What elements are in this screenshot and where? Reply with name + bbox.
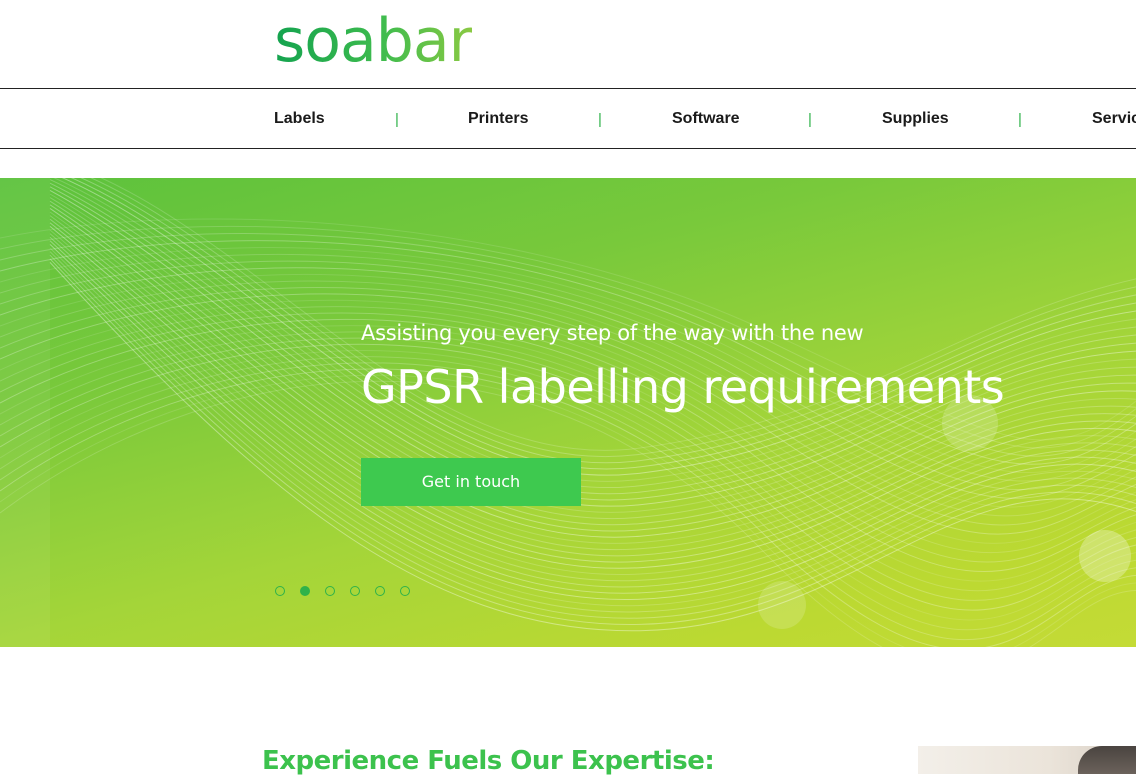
nav-separator: | <box>1018 111 1022 128</box>
nav-item-supplies[interactable]: Supplies <box>882 89 949 148</box>
nav-item-printers[interactable]: Printers <box>468 89 528 148</box>
nav-separator: | <box>598 111 602 128</box>
slider-dot[interactable] <box>375 586 385 596</box>
slider-dot[interactable] <box>275 586 285 596</box>
hero-slider: Assisting you every step of the way with… <box>0 178 1136 647</box>
slider-dot[interactable] <box>325 586 335 596</box>
nav-item-software[interactable]: Software <box>672 89 740 148</box>
section-heading: Experience Fuels Our Expertise: <box>262 746 715 776</box>
nav-separator: | <box>808 111 812 128</box>
slider-dot[interactable] <box>400 586 410 596</box>
bokeh-light <box>1079 530 1131 582</box>
soabar-logo: soabar <box>274 6 473 76</box>
get-in-touch-button[interactable]: Get in touch <box>361 458 581 506</box>
bokeh-light <box>758 581 806 629</box>
nav-item-services[interactable]: Servic <box>1092 89 1136 148</box>
hero-subtitle: Assisting you every step of the way with… <box>361 321 864 345</box>
nav-item-labels[interactable]: Labels <box>274 89 325 148</box>
nav-separator: | <box>395 111 399 128</box>
team-photo <box>918 746 1136 774</box>
slider-dot[interactable] <box>300 586 310 596</box>
person-hair <box>1078 746 1136 774</box>
hero-left-fade <box>0 178 50 647</box>
main-nav: Labels | Printers | Software | Supplies … <box>0 88 1136 149</box>
hero-title: GPSR labelling requirements <box>361 360 1005 414</box>
logo-link[interactable]: soabar <box>274 6 473 76</box>
slider-dot[interactable] <box>350 586 360 596</box>
